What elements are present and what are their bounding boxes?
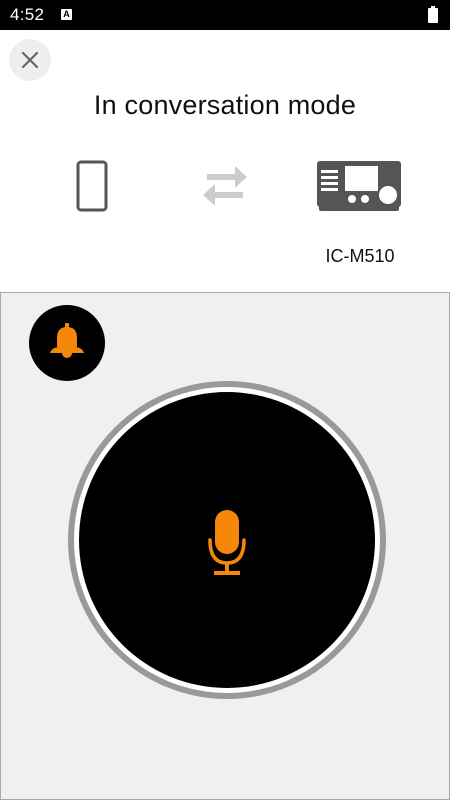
page-title: In conversation mode <box>93 90 357 120</box>
control-panel <box>0 292 450 800</box>
bell-button[interactable] <box>29 305 105 381</box>
transfer-arrows-icon <box>203 166 247 206</box>
status-time: 4:52 <box>10 5 45 24</box>
smartphone-icon <box>76 160 108 212</box>
battery-icon <box>428 6 438 23</box>
a-notification-icon: A <box>61 9 72 20</box>
bell-icon <box>50 323 84 358</box>
connection-header: In conversation mode IC-M510 <box>0 30 450 292</box>
close-icon <box>21 51 39 69</box>
close-button[interactable] <box>9 39 51 81</box>
push-to-talk-ring-inner <box>74 387 380 693</box>
marine-radio-icon <box>317 161 401 211</box>
push-to-talk-ring <box>68 381 386 699</box>
status-bar: 4:52 A <box>0 0 450 30</box>
microphone-icon <box>208 510 246 575</box>
radio-model-label: IC-M510 <box>325 246 395 266</box>
push-to-talk-button[interactable] <box>79 392 375 688</box>
